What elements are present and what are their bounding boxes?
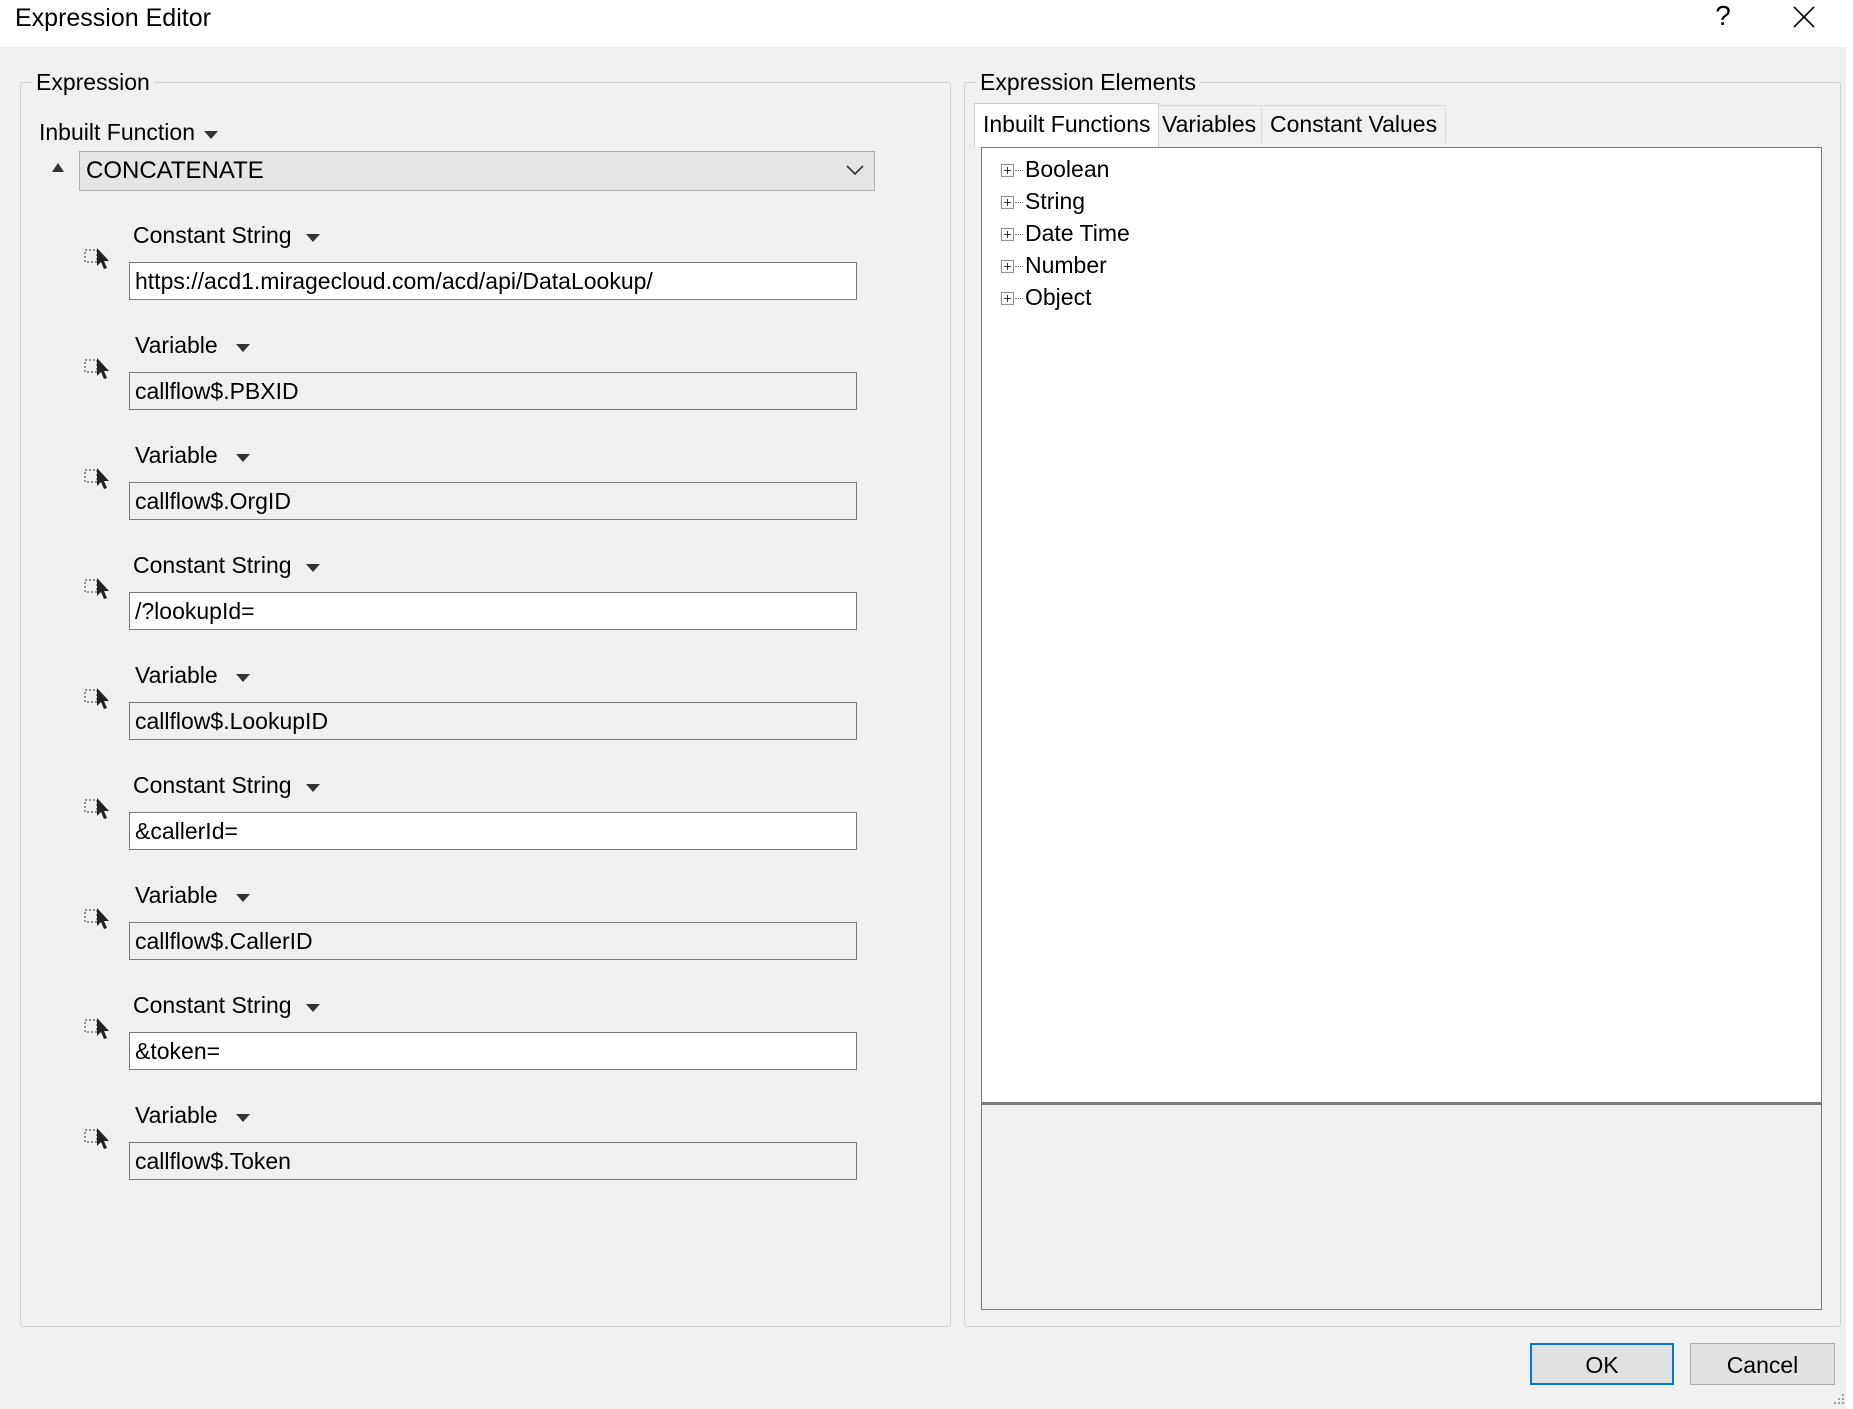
collapse-triangle-icon[interactable] [52, 163, 64, 172]
tab-variables[interactable]: Variables [1153, 105, 1266, 143]
argument-value-field[interactable]: https://acd1.miragecloud.com/acd/api/Dat… [129, 262, 857, 300]
tab-constant-values[interactable]: Constant Values [1261, 105, 1447, 143]
select-element-icon[interactable] [84, 244, 112, 270]
argument-type-dropdown[interactable]: Constant String [133, 222, 292, 249]
close-button[interactable] [1782, 0, 1828, 38]
argument-type-caret-icon[interactable] [306, 234, 320, 242]
select-element-icon[interactable] [84, 684, 112, 710]
argument-type-caret-icon[interactable] [306, 1004, 320, 1012]
tree-item-label: Boolean [1025, 156, 1110, 182]
window-edge [1846, 0, 1853, 1409]
argument-type-dropdown[interactable]: Variable [135, 882, 218, 909]
select-element-icon[interactable] [84, 794, 112, 820]
argument-type-caret-icon[interactable] [306, 564, 320, 572]
function-select[interactable]: CONCATENATE [79, 151, 875, 191]
argument-value-field[interactable]: callflow$.LookupID [129, 702, 857, 740]
argument-type-dropdown[interactable]: Constant String [133, 552, 292, 579]
argument-value-field[interactable]: &callerId= [129, 812, 857, 850]
argument-value-field[interactable]: callflow$.OrgID [129, 482, 857, 520]
ok-button[interactable]: OK [1530, 1343, 1674, 1385]
argument-type-dropdown[interactable]: Constant String [133, 992, 292, 1019]
argument-value-field[interactable]: callflow$.CallerID [129, 922, 857, 960]
argument-value-field[interactable]: callflow$.PBXID [129, 372, 857, 410]
close-icon [1793, 6, 1815, 28]
argument-type-dropdown[interactable]: Variable [135, 662, 218, 689]
title-bar: Expression Editor ? [0, 0, 1853, 47]
argument-type-caret-icon[interactable] [236, 344, 250, 352]
expression-group-label: Expression [32, 69, 154, 96]
argument-type-dropdown[interactable]: Variable [135, 332, 218, 359]
description-panel [981, 1103, 1822, 1310]
argument-type-dropdown[interactable]: Variable [135, 442, 218, 469]
window-title: Expression Editor [15, 4, 211, 32]
expand-icon[interactable] [1001, 228, 1014, 241]
argument-type-dropdown[interactable]: Variable [135, 1102, 218, 1129]
argument-value-field[interactable]: &token= [129, 1032, 857, 1070]
select-element-icon[interactable] [84, 904, 112, 930]
expression-elements-group-label: Expression Elements [976, 69, 1201, 96]
argument-type-caret-icon[interactable] [236, 674, 250, 682]
argument-type-caret-icon[interactable] [236, 1114, 250, 1122]
expand-icon[interactable] [1001, 196, 1014, 209]
select-element-icon[interactable] [84, 464, 112, 490]
tree-item-label: Date Time [1025, 220, 1130, 246]
function-type-caret-icon[interactable] [204, 131, 218, 139]
argument-type-caret-icon[interactable] [236, 894, 250, 902]
tab-inbuilt-functions[interactable]: Inbuilt Functions [974, 103, 1160, 147]
argument-type-caret-icon[interactable] [306, 784, 320, 792]
function-select-value: CONCATENATE [86, 157, 264, 184]
argument-type-caret-icon[interactable] [236, 454, 250, 462]
function-type-dropdown[interactable]: Inbuilt Function [39, 119, 195, 146]
help-button[interactable]: ? [1705, 0, 1741, 32]
select-element-icon[interactable] [84, 1124, 112, 1150]
resize-grip-icon[interactable] [1832, 1392, 1846, 1406]
tree-item-label: Number [1025, 252, 1107, 278]
chevron-down-icon [846, 165, 864, 176]
select-element-icon[interactable] [84, 574, 112, 600]
cancel-button[interactable]: Cancel [1690, 1343, 1835, 1385]
function-tree: Boolean String Date Time Number Object [981, 147, 1822, 1103]
argument-value-field[interactable]: /?lookupId= [129, 592, 857, 630]
expand-icon[interactable] [1001, 164, 1014, 177]
expand-icon[interactable] [1001, 260, 1014, 273]
tree-item-label: String [1025, 188, 1086, 214]
select-element-icon[interactable] [84, 354, 112, 380]
tree-item-label: Object [1025, 284, 1092, 310]
expand-icon[interactable] [1001, 292, 1014, 305]
argument-type-dropdown[interactable]: Constant String [133, 772, 292, 799]
argument-value-field[interactable]: callflow$.Token [129, 1142, 857, 1180]
select-element-icon[interactable] [84, 1014, 112, 1040]
